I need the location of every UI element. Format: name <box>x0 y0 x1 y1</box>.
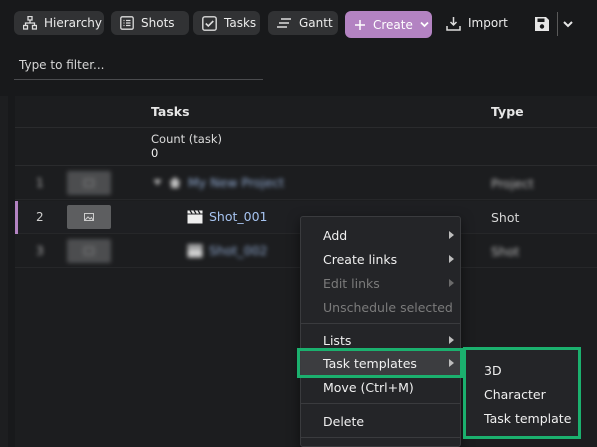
project-name: My New Project <box>188 175 285 190</box>
menu-item-add[interactable]: Add <box>301 223 460 247</box>
home-icon <box>169 177 181 188</box>
import-label: Import <box>468 16 508 30</box>
row-number: 3 <box>36 244 44 258</box>
thumbnail <box>67 239 111 263</box>
shots-button[interactable]: Shots <box>111 11 189 35</box>
count-value: 0 <box>151 146 159 160</box>
row-number: 1 <box>36 176 44 190</box>
menu-item-label: Delete <box>323 413 365 429</box>
create-label: Create <box>373 17 413 32</box>
hierarchy-label: Hierarchy <box>44 16 103 30</box>
column-header-tasks[interactable]: Tasks <box>151 104 190 119</box>
save-icon[interactable] <box>534 16 550 32</box>
chevron-down-icon <box>420 21 429 28</box>
clapperboard-icon <box>187 209 203 223</box>
menu-item-unschedule-selected: Unschedule selected <box>301 295 460 319</box>
row-name[interactable]: Shot_002 <box>187 243 268 258</box>
submenu-arrow-icon <box>449 255 454 263</box>
submenu-item-character[interactable]: Character <box>484 387 546 402</box>
submenu-arrow-icon <box>449 336 454 344</box>
import-icon <box>446 16 461 31</box>
gantt-button[interactable]: Gantt <box>268 11 338 35</box>
shot-name: Shot_001 <box>209 209 268 224</box>
count-row: Count (task) 0 <box>15 128 597 166</box>
gantt-icon <box>277 18 291 28</box>
image-icon <box>84 213 94 221</box>
submenu-item-3d[interactable]: 3D <box>484 363 502 378</box>
row-type: Shot <box>491 244 520 259</box>
menu-separator <box>301 437 460 438</box>
context-menu: Add Create links Edit links Unschedule s… <box>300 216 461 447</box>
thumbnail <box>67 205 111 229</box>
highlight-box <box>297 348 463 378</box>
submenu-item-task-template[interactable]: Task template <box>484 411 571 426</box>
row-number: 2 <box>36 210 44 224</box>
tasks-check-icon <box>202 15 217 31</box>
count-label: Count (task) <box>151 132 222 146</box>
menu-separator <box>301 403 460 404</box>
column-header-type[interactable]: Type <box>491 104 524 119</box>
tasks-button[interactable]: Tasks <box>193 11 260 35</box>
table-row[interactable]: 1 My New Project Project <box>15 167 597 200</box>
menu-item-create-links[interactable]: Create links <box>301 247 460 271</box>
submenu-arrow-icon <box>449 231 454 239</box>
tasks-label: Tasks <box>224 16 257 30</box>
gantt-label: Gantt <box>299 16 333 30</box>
menu-item-label: Move (Ctrl+M) <box>323 379 414 395</box>
thumbnail <box>67 171 111 195</box>
menu-item-delete[interactable]: Delete <box>301 409 460 433</box>
hierarchy-icon <box>23 16 37 30</box>
filter-placeholder: Type to filter... <box>19 58 105 72</box>
menu-item-move[interactable]: Move (Ctrl+M) <box>301 375 460 399</box>
row-name[interactable]: My New Project <box>153 175 284 190</box>
left-panel-edge <box>0 96 8 447</box>
row-type: Project <box>491 176 534 191</box>
create-button[interactable]: Create <box>345 11 432 38</box>
import-button[interactable]: Import <box>437 11 517 35</box>
clapperboard-icon <box>187 244 203 257</box>
submenu-arrow-icon <box>449 279 454 287</box>
image-icon <box>84 179 94 187</box>
task-templates-submenu: 3D Character Task template <box>463 347 581 439</box>
selection-indicator <box>15 201 18 234</box>
menu-item-label: Add <box>323 227 348 243</box>
image-icon <box>84 247 94 255</box>
shots-list-icon <box>120 16 134 30</box>
shots-label: Shots <box>141 16 175 30</box>
toolbar: Hierarchy Shots Tasks Gantt Create Impor… <box>0 0 597 46</box>
row-name[interactable]: Shot_001 <box>187 209 268 224</box>
row-type: Shot <box>491 210 520 225</box>
shot-name: Shot_002 <box>209 243 268 258</box>
menu-item-label: Edit links <box>323 275 380 291</box>
menu-item-edit-links: Edit links <box>301 271 460 295</box>
hierarchy-button[interactable]: Hierarchy <box>14 11 104 35</box>
toolbar-divider <box>557 12 558 36</box>
menu-item-label: Unschedule selected <box>323 299 453 315</box>
menu-separator <box>301 323 460 324</box>
menu-item-label: Create links <box>323 251 398 267</box>
filter-input[interactable]: Type to filter... <box>14 54 263 80</box>
plus-icon <box>355 19 365 30</box>
menu-item-label: Lists <box>323 332 352 348</box>
chevron-down-icon[interactable] <box>153 179 162 186</box>
save-group <box>534 11 594 37</box>
chevron-down-icon[interactable] <box>563 20 573 28</box>
grid-header: Tasks Type <box>15 96 597 128</box>
